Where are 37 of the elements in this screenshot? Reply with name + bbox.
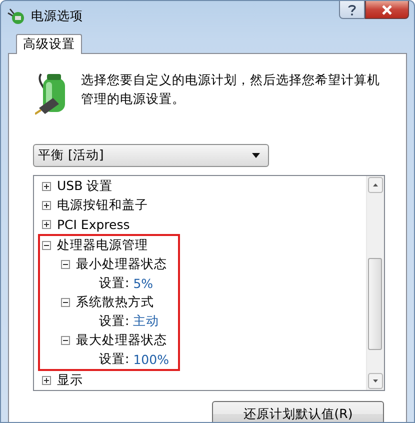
- tree-item[interactable]: 电源按钮和盖子: [57, 197, 148, 214]
- collapse-icon[interactable]: [61, 260, 70, 269]
- setting-value[interactable]: 100%: [133, 352, 169, 367]
- scroll-thumb[interactable]: [368, 258, 382, 350]
- scrollbar[interactable]: [366, 176, 384, 390]
- expand-icon[interactable]: [42, 220, 51, 229]
- tree-item[interactable]: 系统散热方式: [76, 294, 154, 311]
- collapse-icon[interactable]: [61, 298, 70, 307]
- tree-item[interactable]: 最大处理器状态: [76, 332, 167, 349]
- close-button[interactable]: [365, 1, 409, 19]
- expand-icon[interactable]: [42, 376, 51, 385]
- setting-label: 设置:: [99, 351, 130, 368]
- plan-dropdown[interactable]: 平衡 [活动]: [33, 144, 269, 167]
- tree-item[interactable]: 显示: [57, 372, 83, 389]
- power-icon: [7, 7, 25, 25]
- setting-value[interactable]: 5%: [133, 276, 154, 291]
- scroll-down-icon[interactable]: [368, 373, 383, 389]
- tree-item[interactable]: PCI Express: [57, 217, 130, 232]
- expand-icon[interactable]: [42, 201, 51, 210]
- setting-label: 设置:: [99, 313, 130, 330]
- tree-item[interactable]: 处理器电源管理: [57, 237, 148, 254]
- tab[interactable]: 高级设置: [16, 34, 82, 54]
- expand-icon[interactable]: [42, 182, 51, 191]
- setting-label: 设置:: [99, 275, 130, 292]
- description-text: 选择您要自定义的电源计划，然后选择您希望计算机管理的电源设置。: [81, 71, 381, 108]
- tree-item[interactable]: USB 设置: [57, 178, 113, 195]
- collapse-icon[interactable]: [42, 241, 51, 250]
- restore-defaults-button[interactable]: 还原计划默认值(R): [212, 401, 384, 422]
- dropdown-arrow-icon: [252, 153, 260, 158]
- close-icon: [381, 4, 393, 14]
- tree-item[interactable]: 最小处理器状态: [76, 256, 167, 273]
- window-title: 电源选项: [31, 8, 83, 24]
- help-button[interactable]: [339, 1, 365, 19]
- help-icon: [347, 4, 357, 16]
- collapse-icon[interactable]: [61, 336, 70, 345]
- scroll-up-icon[interactable]: [368, 177, 383, 193]
- setting-value[interactable]: 主动: [133, 313, 160, 330]
